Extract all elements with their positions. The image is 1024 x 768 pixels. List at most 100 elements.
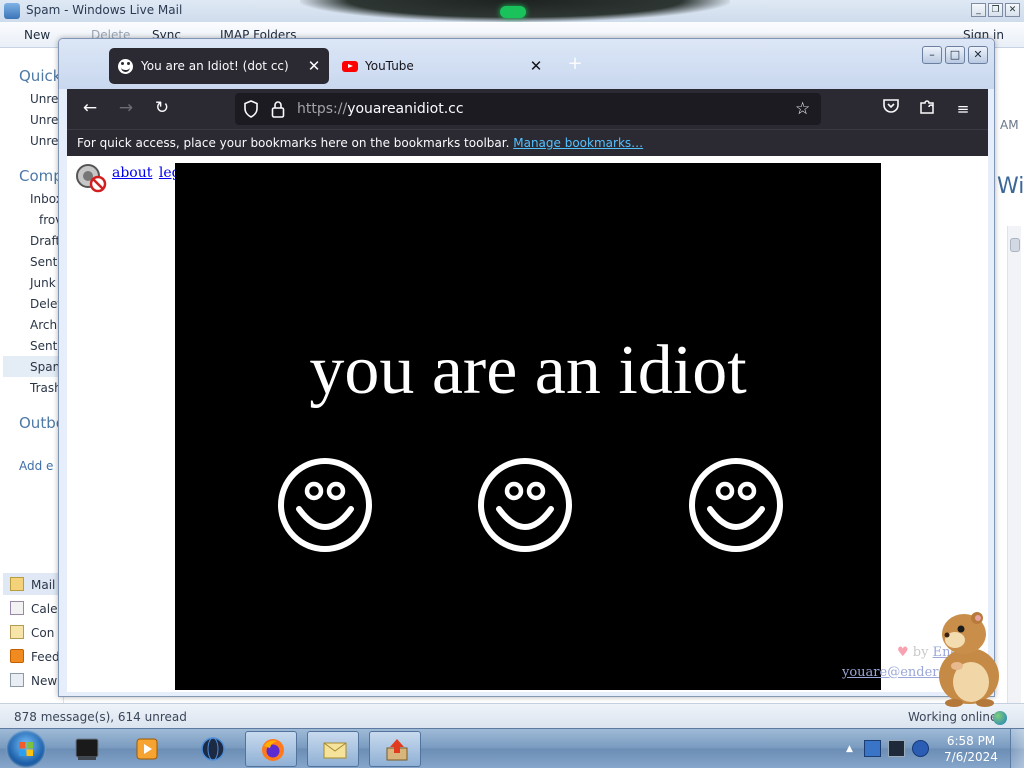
close-tab-icon[interactable]: ✕ xyxy=(525,57,547,75)
folder-item-sent-2[interactable]: Sent xyxy=(30,339,57,353)
hamster-mascot-icon[interactable] xyxy=(919,604,1009,708)
new-button[interactable]: New xyxy=(24,28,50,42)
smiley-face-icon xyxy=(278,458,372,552)
bookmark-star-icon[interactable]: ☆ xyxy=(795,99,810,119)
headline: you are an idiot xyxy=(309,332,747,409)
smiley-face-icon xyxy=(689,458,783,552)
folder-item[interactable]: Unre xyxy=(30,92,58,106)
folder-item-drafts[interactable]: Draft xyxy=(30,234,60,248)
close-icon[interactable]: ✕ xyxy=(968,46,988,64)
nav-item-label: Feed xyxy=(31,650,60,664)
url-text[interactable]: https://youareanidiot.cc xyxy=(297,101,464,117)
folder-item-junk[interactable]: Junk xyxy=(30,276,56,290)
upload-arrow-icon xyxy=(386,739,408,761)
nav-item-contacts[interactable]: Con xyxy=(10,625,62,643)
clock-date: 7/6/2024 xyxy=(944,750,998,764)
monitor-tray-icon[interactable] xyxy=(888,740,905,757)
show-desktop-button[interactable] xyxy=(1010,729,1024,768)
dark-globe-icon xyxy=(201,737,225,761)
nav-item-label: Cale xyxy=(31,602,58,616)
web-page-content: about legacy safe you are an idiot xyxy=(67,156,988,692)
restore-icon[interactable]: ❐ xyxy=(988,3,1003,17)
tab-title: YouTube xyxy=(365,59,414,73)
nav-item-feeds[interactable]: Feed xyxy=(10,649,62,667)
bookmarks-toolbar: For quick access, place your bookmarks h… xyxy=(67,129,988,156)
smiley-icon xyxy=(118,58,133,74)
nav-item-mail[interactable]: Mail xyxy=(10,577,62,595)
tab-you-are-an-idiot[interactable]: You are an Idiot! (dot cc) ✕ xyxy=(109,48,329,84)
folder-item-trash[interactable]: Trash xyxy=(30,381,62,395)
reading-pane-scrollbar[interactable] xyxy=(1007,226,1021,704)
pocket-icon[interactable] xyxy=(879,97,903,121)
bookmarks-hint-text: For quick access, place your bookmarks h… xyxy=(77,136,510,150)
wlm-window-title: Spam - Windows Live Mail xyxy=(26,3,183,17)
mail-app-icon xyxy=(4,3,20,19)
about-link[interactable]: about xyxy=(112,165,152,181)
url-protocol: https:// xyxy=(297,101,348,117)
idiot-animation-panel[interactable]: you are an idiot xyxy=(175,163,881,690)
clock-time: 6:58 PM xyxy=(946,734,996,748)
heart-icon: ♥ xyxy=(897,645,909,660)
account-heading[interactable]: Comp xyxy=(19,167,63,185)
smiley-face-icon xyxy=(478,458,572,552)
show-hidden-icons-arrow-icon[interactable]: ▲ xyxy=(846,744,853,754)
taskbar-app-terminal[interactable] xyxy=(60,731,112,767)
forward-arrow-icon[interactable]: → xyxy=(113,97,139,121)
close-tab-icon[interactable]: ✕ xyxy=(303,57,325,75)
quick-views-heading[interactable]: Quick xyxy=(19,67,61,85)
firefox-window: You are an Idiot! (dot cc) ✕ YouTube ✕ +… xyxy=(58,38,995,697)
folder-item[interactable]: Unre xyxy=(30,134,58,148)
add-account-link[interactable]: Add e xyxy=(19,459,53,473)
folder-item-sent[interactable]: Sent xyxy=(30,255,57,269)
address-bar[interactable]: https://youareanidiot.cc ☆ xyxy=(235,93,821,125)
gadget-indicator-icon xyxy=(500,6,526,18)
tab-youtube[interactable]: YouTube ✕ xyxy=(335,48,551,84)
maximize-icon[interactable]: □ xyxy=(945,46,965,64)
folder-item-archive[interactable]: Archi xyxy=(30,318,60,332)
minimize-icon[interactable]: – xyxy=(922,46,942,64)
media-player-icon xyxy=(136,738,158,760)
mail-envelope-icon xyxy=(323,742,347,759)
nav-item-newsgroups[interactable]: New xyxy=(10,673,62,691)
back-arrow-icon[interactable]: ← xyxy=(77,97,103,121)
scrollbar-thumb[interactable] xyxy=(1010,238,1020,252)
calendar-icon xyxy=(10,601,24,615)
manage-bookmarks-link[interactable]: Manage bookmarks… xyxy=(513,136,643,150)
taskbar-app-uploader[interactable] xyxy=(369,731,421,767)
reading-pane-heading: Wi xyxy=(997,174,1024,199)
tab-strip: You are an Idiot! (dot cc) ✕ YouTube ✕ +… xyxy=(59,39,994,89)
globe-icon xyxy=(993,711,1007,725)
folder-item[interactable]: Unre xyxy=(30,113,58,127)
navigation-toolbar: ← → ↻ https://youareanidiot.cc ☆ ≡ xyxy=(67,89,988,129)
nav-item-calendar[interactable]: Cale xyxy=(10,601,62,619)
message-count-status: 878 message(s), 614 unread xyxy=(14,710,187,724)
online-status: Working online xyxy=(908,710,998,724)
tracking-protection-shield-icon[interactable] xyxy=(243,100,259,118)
no-sound-logo-icon[interactable] xyxy=(75,163,107,193)
mail-icon xyxy=(10,577,24,591)
close-icon[interactable]: ✕ xyxy=(1005,3,1020,17)
wlm-folder-pane: Quick Unre Unre Unre Comp Inbox frov Dra… xyxy=(0,48,65,703)
hamburger-menu-icon[interactable]: ≡ xyxy=(951,97,975,121)
windows-live-tray-icon[interactable] xyxy=(912,740,929,757)
windows-logo-icon xyxy=(19,742,33,756)
url-domain: youareanidiot.cc xyxy=(347,101,464,117)
nav-item-label: Con xyxy=(31,626,55,640)
taskbar-app-media-player[interactable] xyxy=(120,731,172,767)
network-tray-icon[interactable] xyxy=(864,740,881,757)
taskbar-app-firefox[interactable] xyxy=(245,731,297,767)
nav-item-label: Mail xyxy=(31,578,56,592)
wlm-window-controls: _ ❐ ✕ xyxy=(971,3,1020,17)
taskbar-app-windows-live-mail[interactable] xyxy=(307,731,359,767)
taskbar-app-globe[interactable] xyxy=(186,731,238,767)
extensions-puzzle-icon[interactable] xyxy=(915,97,939,121)
reload-icon[interactable]: ↻ xyxy=(149,97,175,121)
new-tab-plus-icon[interactable]: + xyxy=(565,55,585,75)
ff-window-controls: – □ ✕ xyxy=(922,46,988,64)
message-time: AM xyxy=(1000,118,1019,132)
lock-icon[interactable] xyxy=(271,100,285,118)
start-button[interactable] xyxy=(6,730,46,768)
minimize-icon[interactable]: _ xyxy=(971,3,986,17)
contacts-icon xyxy=(10,625,24,639)
system-clock[interactable]: 6:58 PM 7/6/2024 xyxy=(935,733,1007,765)
